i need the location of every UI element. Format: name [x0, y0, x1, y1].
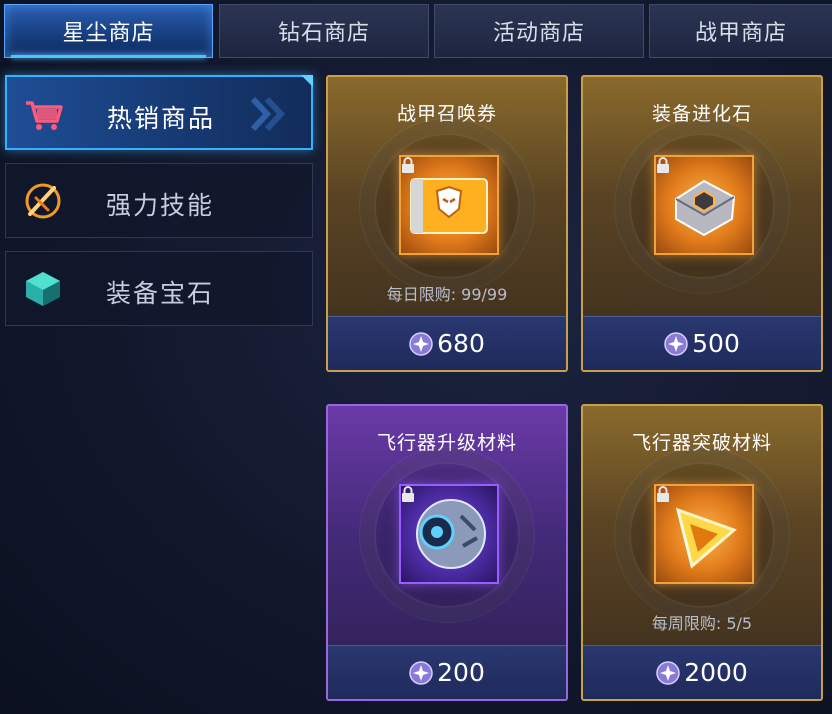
- item-slot: [399, 155, 499, 255]
- lock-icon: [657, 486, 669, 502]
- stardust-coin-icon: [409, 660, 433, 685]
- tab-label: 战甲商店: [694, 21, 787, 46]
- chevron-right-icon: [250, 96, 286, 132]
- lock-icon: [657, 157, 669, 173]
- shop-item-card[interactable]: 飞行器升级材料 200: [326, 404, 568, 701]
- sidebar-item-power-skills[interactable]: 强力技能: [5, 163, 313, 238]
- sidebar-item-hot-items[interactable]: 热销商品: [5, 75, 313, 150]
- stardust-coin-icon: [664, 331, 688, 356]
- aircraft-core-icon: [416, 499, 486, 569]
- breakthrough-crystal-icon: [675, 507, 737, 569]
- item-title: 战甲召唤券: [396, 103, 497, 125]
- item-price: 200: [437, 658, 485, 687]
- purchase-limit: 每日限购: 99/99: [386, 285, 508, 304]
- evolution-stone-icon: [675, 179, 736, 237]
- purchase-limit: 每周限购: 5/5: [651, 614, 753, 633]
- shop-item-card[interactable]: 装备进化石 500: [581, 75, 823, 372]
- tab-label: 活动商店: [492, 21, 585, 46]
- item-slot: [654, 155, 754, 255]
- shop-item-card[interactable]: 飞行器突破材料 每周限购: 5/5 2000: [581, 404, 823, 701]
- price-button[interactable]: 500: [583, 316, 821, 370]
- item-title: 飞行器升级材料: [376, 432, 517, 454]
- item-title: 飞行器突破材料: [631, 432, 772, 454]
- shop-tabs: 星尘商店 钻石商店 活动商店 战甲商店: [0, 0, 832, 62]
- stardust-coin-icon: [656, 660, 680, 685]
- tab-armor-shop[interactable]: 战甲商店: [649, 4, 832, 58]
- item-title: 装备进化石: [651, 103, 752, 125]
- stardust-coin-icon: [409, 331, 433, 356]
- item-slot: [654, 484, 754, 584]
- corner-marker-icon: [301, 75, 313, 87]
- sidebar-item-label: 强力技能: [105, 191, 214, 220]
- armor-ticket-icon: [410, 178, 488, 234]
- sidebar-item-label: 装备宝石: [105, 279, 214, 308]
- tab-event-shop[interactable]: 活动商店: [434, 4, 644, 58]
- lock-icon: [402, 157, 414, 173]
- price-button[interactable]: 680: [328, 316, 566, 370]
- item-price: 500: [692, 329, 740, 358]
- tab-label: 钻石商店: [277, 21, 370, 46]
- tab-diamond-shop[interactable]: 钻石商店: [219, 4, 429, 58]
- item-price: 2000: [684, 658, 748, 687]
- tab-label: 星尘商店: [62, 21, 155, 46]
- shop-item-card[interactable]: 战甲召唤券 每日限购: 99/99 680: [326, 75, 568, 372]
- item-price: 680: [437, 329, 485, 358]
- item-slot: [399, 484, 499, 584]
- sidebar-item-equipment-gems[interactable]: 装备宝石: [5, 251, 313, 326]
- price-button[interactable]: 200: [328, 645, 566, 699]
- lock-icon: [402, 486, 414, 502]
- price-button[interactable]: 2000: [583, 645, 821, 699]
- tab-stardust-shop[interactable]: 星尘商店: [4, 4, 213, 58]
